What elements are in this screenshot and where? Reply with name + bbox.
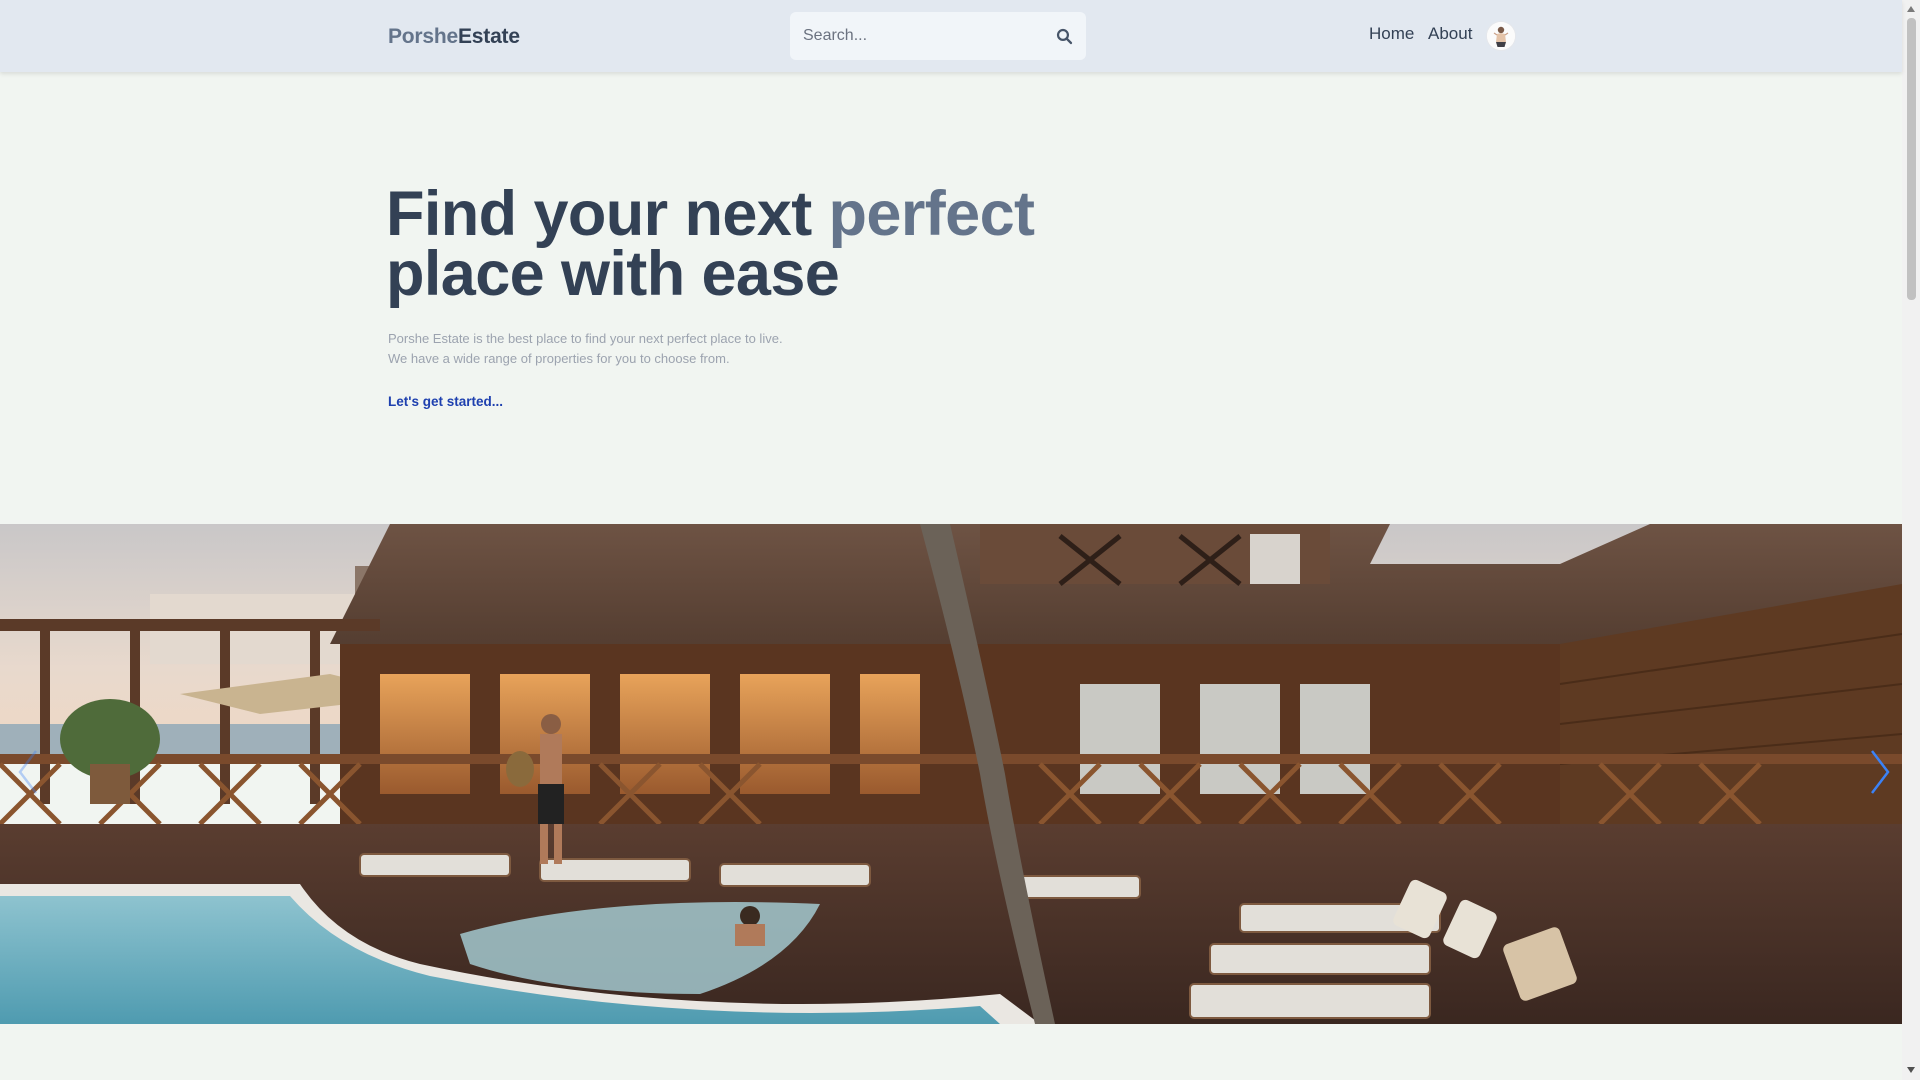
header: PorsheEstate Home About (0, 0, 1902, 72)
hero-description: Porshe Estate is the best place to find … (388, 329, 908, 369)
search-icon[interactable] (1042, 12, 1086, 60)
slider-prev-button[interactable] (10, 749, 46, 800)
scroll-up-arrow-icon[interactable] (1906, 3, 1916, 15)
slider-next-button[interactable] (1862, 749, 1898, 800)
logo[interactable]: PorsheEstate (388, 25, 520, 49)
search-input[interactable] (790, 12, 1042, 60)
hero-title: Find your next perfect place with ease (386, 183, 1035, 306)
nav-about-link[interactable]: About (1428, 24, 1472, 44)
search-bar (790, 12, 1086, 60)
nav-home-link[interactable]: Home (1369, 24, 1414, 44)
get-started-link[interactable]: Let's get started... (388, 394, 503, 409)
scrollbar-thumb[interactable] (1907, 18, 1916, 300)
logo-part-estate: Estate (458, 25, 520, 48)
logo-part-porshe: Porshe (388, 25, 458, 48)
hero-description-line2: We have a wide range of properties for y… (388, 351, 730, 366)
hero-description-line1: Porshe Estate is the best place to find … (388, 331, 783, 346)
chevron-right-icon (1868, 749, 1892, 800)
hero-title-accent: perfect (828, 179, 1035, 249)
slide-image-resort-pool (0, 524, 1902, 1024)
chevron-left-icon (16, 749, 40, 800)
image-slider (0, 524, 1902, 1024)
avatar[interactable] (1487, 22, 1515, 50)
page-scrollbar[interactable] (1902, 0, 1920, 1080)
hero-title-line2: place with ease (386, 239, 840, 309)
scroll-down-arrow-icon[interactable] (1906, 1064, 1916, 1076)
